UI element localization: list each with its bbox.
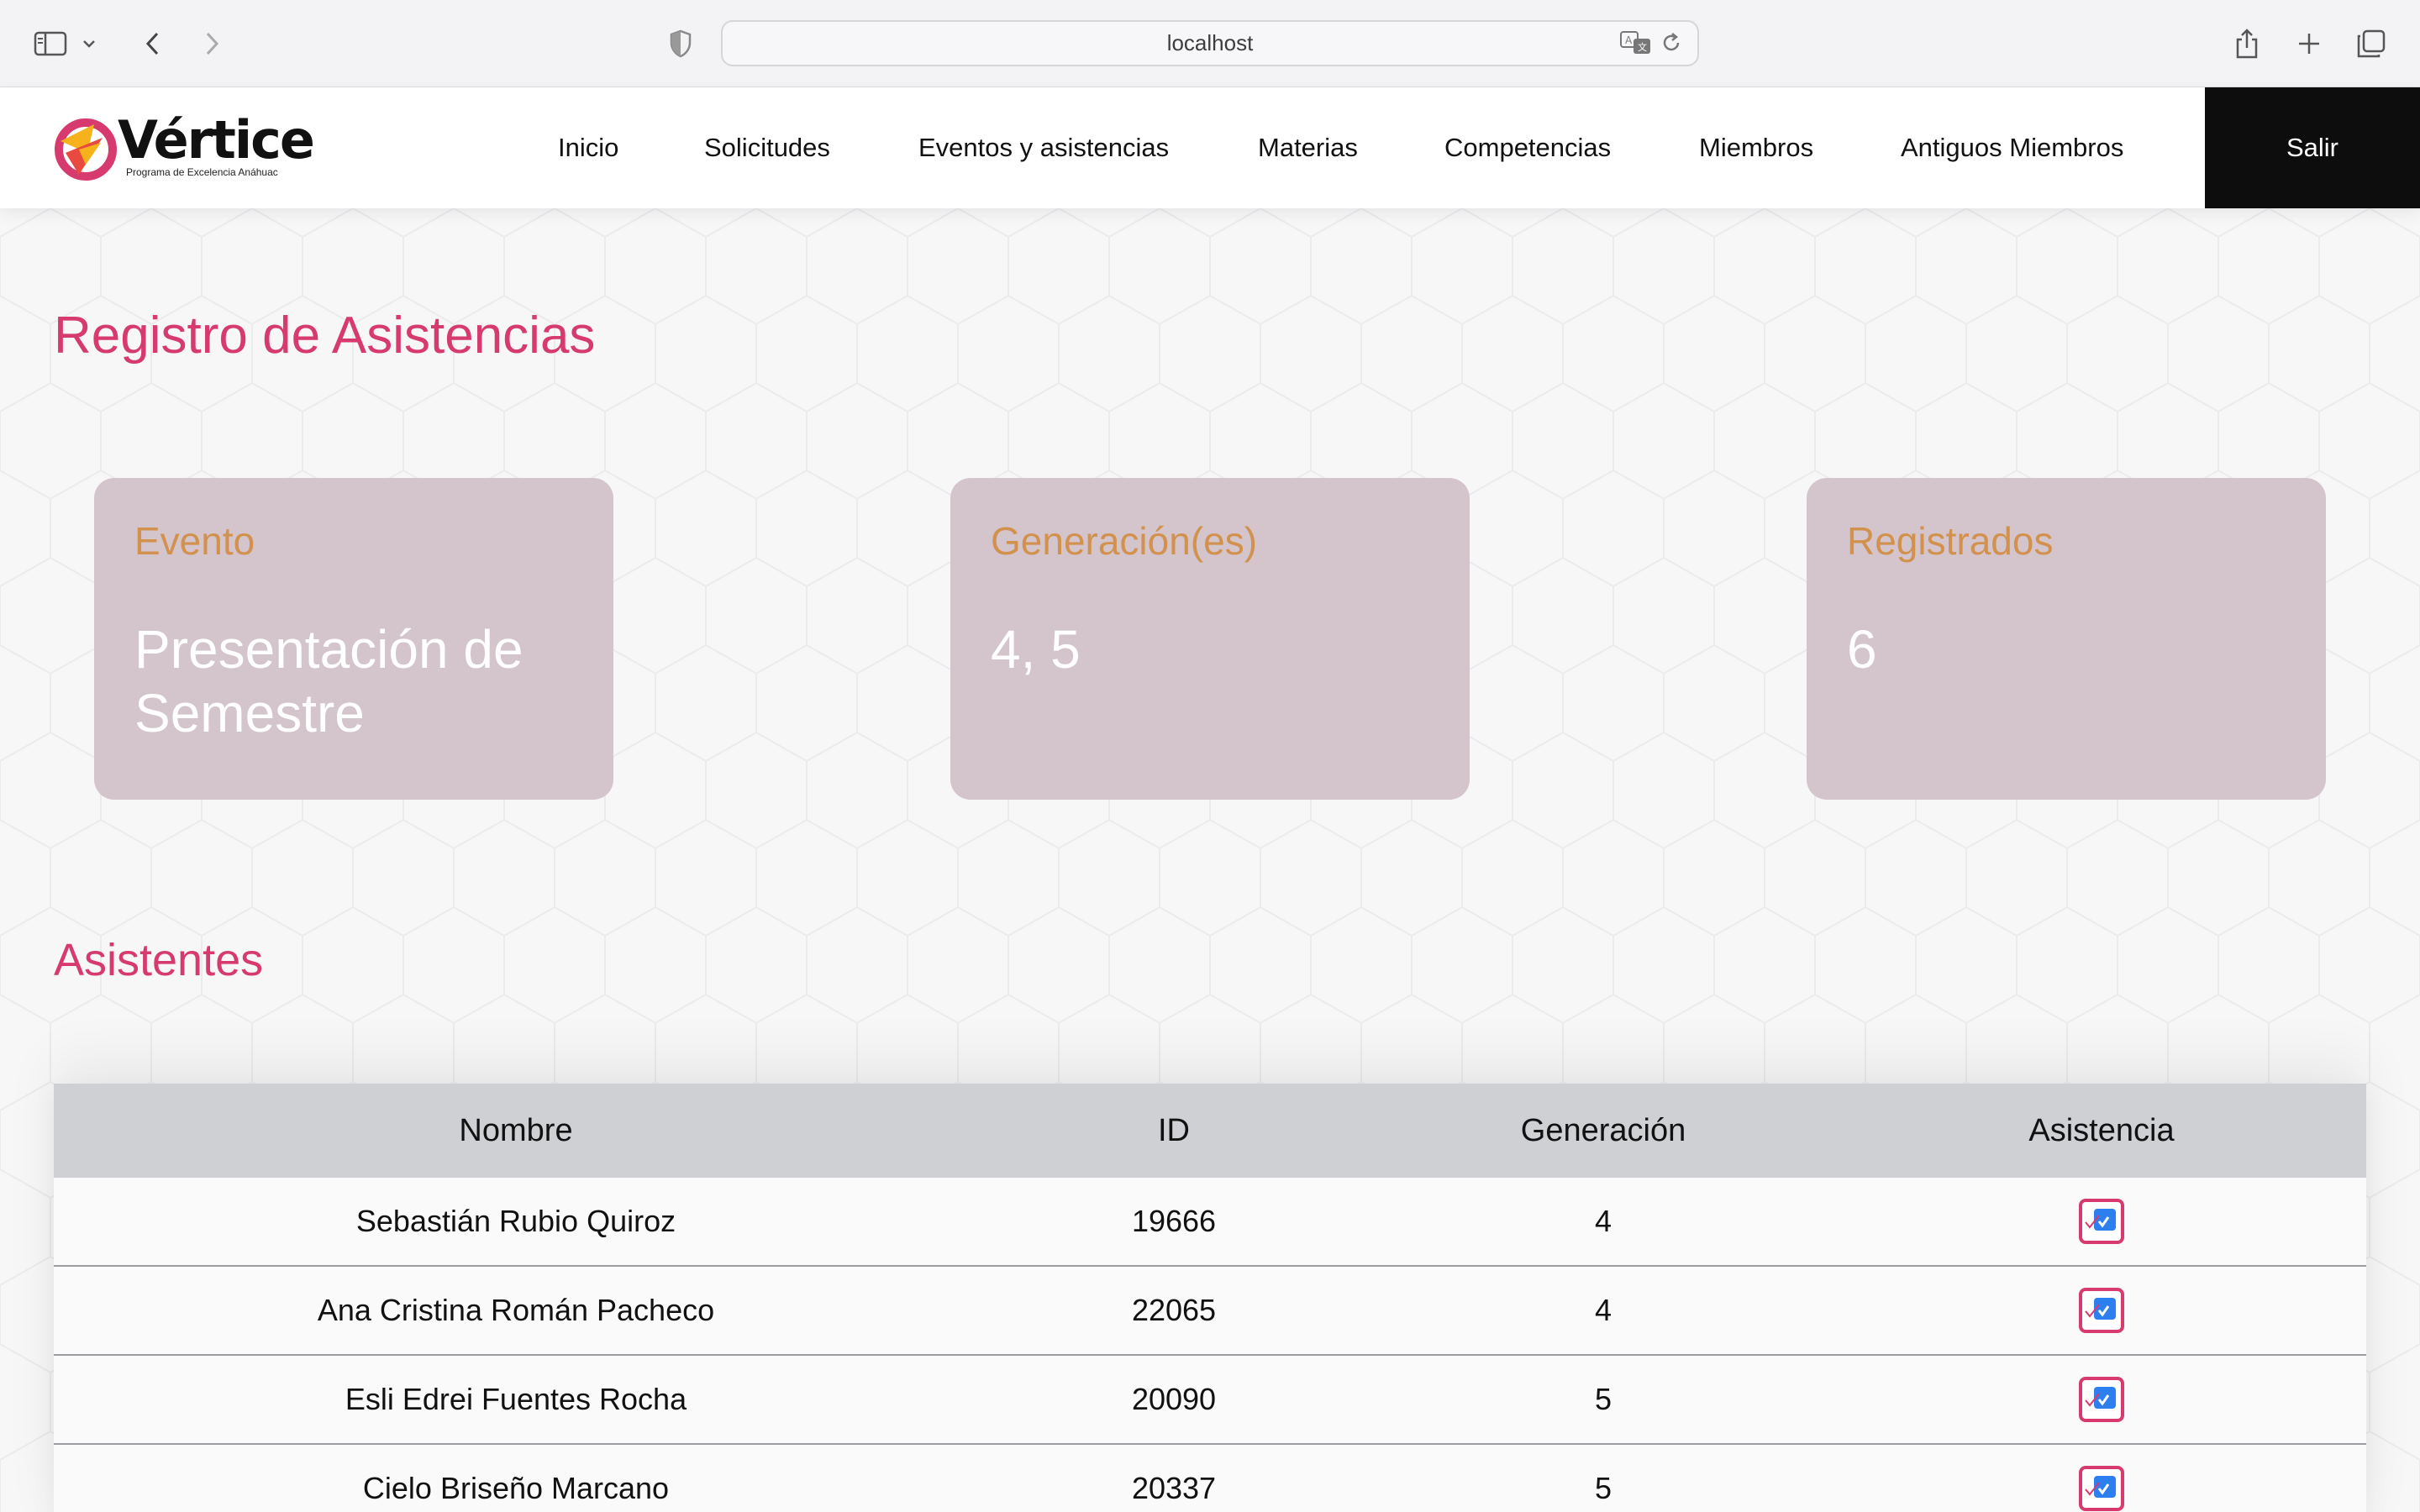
nav-item-solicitudes[interactable]: Solicitudes	[704, 87, 830, 208]
cell-attendance	[1837, 1356, 2366, 1443]
nav-item-materias[interactable]: Materias	[1258, 87, 1358, 208]
cell-id: 20090	[1131, 1382, 1217, 1416]
cell-attendance	[1837, 1178, 2366, 1265]
column-header-id[interactable]: ID	[978, 1084, 1370, 1178]
checkmark-icon	[2085, 1215, 2110, 1229]
table-row: Ana Cristina Román Pacheco 22065 4	[54, 1267, 2366, 1356]
attendees-table: Nombre ID Generación Asistencia Sebastiá…	[54, 1084, 2366, 1512]
cell-name: Esli Edrei Fuentes Rocha	[345, 1382, 687, 1416]
cell-name: Ana Cristina Román Pacheco	[317, 1293, 715, 1327]
cell-name: Sebastián Rubio Quiroz	[355, 1204, 676, 1238]
card-label: Evento	[134, 519, 255, 563]
cell-generation: 5	[1594, 1382, 1612, 1416]
checkmark-icon	[2085, 1304, 2110, 1318]
main-nav: Inicio Solicitudes Eventos y asistencias…	[0, 87, 2205, 208]
table-row: Sebastián Rubio Quiroz 19666 4	[54, 1178, 2366, 1267]
forward-icon[interactable]	[188, 20, 235, 67]
attendance-checkbox[interactable]	[2079, 1288, 2124, 1333]
logout-button[interactable]: Salir	[2205, 87, 2420, 208]
generations-card: Generación(es) 4, 5	[950, 478, 1470, 800]
cell-id: 22065	[1131, 1293, 1217, 1327]
cell-attendance	[1837, 1445, 2366, 1512]
back-icon[interactable]	[129, 20, 176, 67]
nav-item-inicio[interactable]: Inicio	[558, 87, 618, 208]
card-label: Generación(es)	[991, 519, 1258, 563]
card-value: 6	[1847, 619, 1877, 680]
card-value: 4, 5	[991, 619, 1081, 680]
card-value: Presentación de Semestre	[134, 619, 523, 743]
page-content: Registro de Asistencias Evento Presentac…	[0, 208, 2420, 1512]
section-title: Asistentes	[54, 935, 264, 985]
event-card: Evento Presentación de Semestre	[94, 478, 613, 800]
cell-generation: 4	[1594, 1204, 1612, 1238]
site-header: Vértice Programa de Excelencia Anáhuac I…	[0, 87, 2420, 208]
nav-item-miembros[interactable]: Miembros	[1699, 87, 1813, 208]
sidebar-toggle-icon[interactable]	[27, 20, 74, 67]
table-header: Nombre ID Generación Asistencia	[54, 1084, 2366, 1178]
column-header-generacion[interactable]: Generación	[1370, 1084, 1837, 1178]
privacy-shield-icon[interactable]	[657, 20, 704, 67]
column-header-nombre[interactable]: Nombre	[54, 1084, 978, 1178]
cell-id: 20337	[1131, 1471, 1217, 1505]
address-bar[interactable]: localhost A文	[721, 20, 1699, 66]
nav-item-antiguos-miembros[interactable]: Antiguos Miembros	[1901, 87, 2123, 208]
column-header-asistencia[interactable]: Asistencia	[1837, 1084, 2366, 1178]
attendance-checkbox[interactable]	[2079, 1377, 2124, 1422]
table-row: Cielo Briseño Marcano 20337 5	[54, 1445, 2366, 1512]
nav-item-eventos[interactable]: Eventos y asistencias	[918, 87, 1169, 208]
card-label: Registrados	[1847, 519, 2054, 563]
translate-icon[interactable]: A文	[1620, 30, 1652, 59]
browser-toolbar: localhost A文	[0, 0, 2420, 87]
cell-attendance	[1837, 1267, 2366, 1354]
svg-text:A: A	[1625, 34, 1633, 46]
checkmark-icon	[2085, 1393, 2110, 1407]
attendance-checkbox[interactable]	[2079, 1466, 2124, 1511]
page-title: Registro de Asistencias	[54, 307, 596, 365]
chevron-down-icon[interactable]	[72, 20, 106, 67]
reload-icon[interactable]	[1660, 31, 1682, 59]
registered-card: Registrados 6	[1807, 478, 2326, 800]
attendance-checkbox[interactable]	[2079, 1199, 2124, 1244]
share-icon[interactable]	[2223, 20, 2270, 67]
cell-generation: 4	[1594, 1293, 1612, 1327]
checkmark-icon	[2085, 1482, 2110, 1496]
table-row: Esli Edrei Fuentes Rocha 20090 5	[54, 1356, 2366, 1445]
svg-text:文: 文	[1638, 41, 1647, 53]
nav-item-competencias[interactable]: Competencias	[1444, 87, 1611, 208]
tab-overview-icon[interactable]	[2348, 20, 2395, 67]
cell-name: Cielo Briseño Marcano	[362, 1471, 670, 1505]
url-text: localhost	[1166, 30, 1254, 55]
new-tab-icon[interactable]	[2286, 20, 2333, 67]
cell-generation: 5	[1594, 1471, 1612, 1505]
cell-id: 19666	[1131, 1204, 1217, 1238]
